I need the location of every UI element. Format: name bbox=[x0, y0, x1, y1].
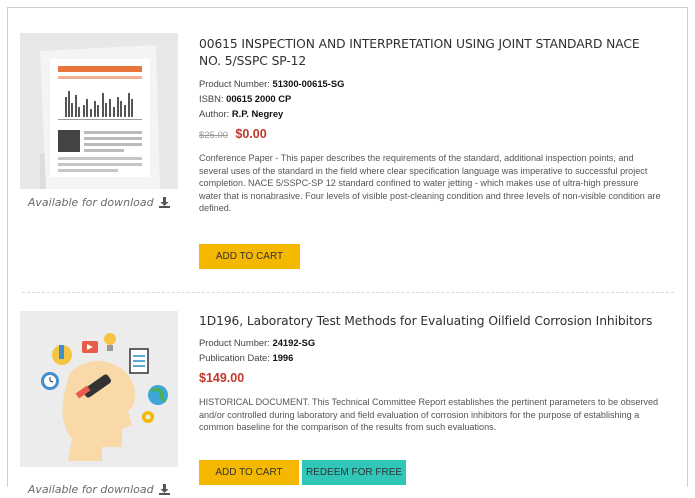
original-price: $25.00 bbox=[199, 130, 229, 141]
product-title[interactable]: 00615 INSPECTION AND INTERPRETATION USIN… bbox=[199, 36, 661, 70]
add-to-cart-button[interactable]: ADD TO CART bbox=[199, 244, 300, 269]
availability-text: Available for download bbox=[27, 483, 154, 496]
product-card: Available for download 00615 INSPECTION … bbox=[8, 8, 687, 290]
product-title[interactable]: 1D196, Laboratory Test Methods for Evalu… bbox=[199, 313, 661, 330]
download-icon bbox=[159, 484, 171, 498]
product-list: Available for download 00615 INSPECTION … bbox=[7, 7, 688, 496]
availability-label: Available for download bbox=[20, 196, 178, 211]
author: Author: R.P. Negrey bbox=[199, 108, 284, 119]
sale-price: $0.00 bbox=[235, 127, 267, 141]
product-divider bbox=[22, 292, 674, 293]
product-info: 00615 INSPECTION AND INTERPRETATION USIN… bbox=[199, 36, 661, 215]
document-chart-icon[interactable] bbox=[20, 33, 178, 189]
add-to-cart-button[interactable]: ADD TO CART bbox=[199, 460, 299, 485]
isbn: ISBN: 00615 2000 CP bbox=[199, 93, 292, 104]
product-card: Available for download 1D196, Laboratory… bbox=[8, 299, 687, 496]
product-number: Product Number: 51300-00615-SG bbox=[199, 78, 345, 89]
product-description: HISTORICAL DOCUMENT. This Technical Comm… bbox=[199, 397, 659, 432]
availability-label: Available for download bbox=[20, 483, 178, 498]
product-number: Product Number: 24192-SG bbox=[199, 337, 316, 348]
price: $149.00 bbox=[199, 371, 245, 385]
publication-date: Publication Date: 1996 bbox=[199, 352, 294, 363]
price-row: $25.00 $0.00 bbox=[199, 127, 661, 145]
availability-text: Available for download bbox=[27, 196, 154, 209]
product-description: Conference Paper - This paper describes … bbox=[199, 153, 661, 213]
redeem-for-free-button[interactable]: REDEEM FOR FREE bbox=[302, 460, 406, 485]
download-icon bbox=[159, 197, 171, 211]
product-meta: Product Number: 51300-00615-SG ISBN: 006… bbox=[199, 76, 661, 121]
price-row: $149.00 bbox=[199, 371, 661, 389]
research-head-icon[interactable] bbox=[20, 311, 178, 467]
product-meta: Product Number: 24192-SG Publication Dat… bbox=[199, 335, 661, 365]
product-info: 1D196, Laboratory Test Methods for Evalu… bbox=[199, 313, 661, 434]
